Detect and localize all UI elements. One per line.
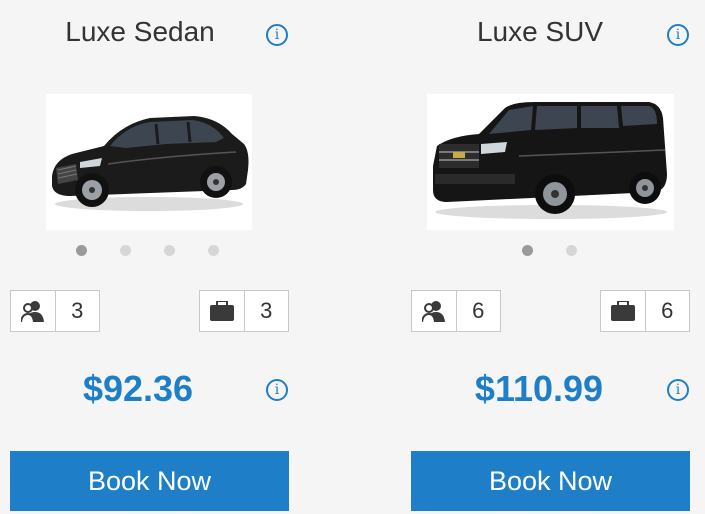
briefcase-icon	[601, 291, 646, 331]
sedan-illustration	[52, 116, 249, 211]
info-icon[interactable]: i	[266, 24, 288, 46]
book-now-button[interactable]: Book Now	[411, 451, 690, 511]
carousel-dot[interactable]	[164, 245, 175, 256]
luggage-capacity: 3	[199, 290, 289, 332]
vehicle-image[interactable]	[46, 94, 252, 230]
vehicle-card-sedan: Luxe Sedan i 3 3 $92.36 i Book Now	[0, 0, 300, 514]
vehicle-price: $110.99	[474, 368, 604, 409]
briefcase-icon	[200, 291, 245, 331]
passenger-count: 3	[71, 298, 84, 323]
vehicle-title: Luxe SUV	[476, 16, 604, 47]
vehicle-image[interactable]	[427, 94, 674, 230]
carousel-dot[interactable]	[120, 245, 131, 256]
carousel-dot[interactable]	[208, 245, 219, 256]
luggage-capacity: 6	[600, 290, 690, 332]
carousel-dot[interactable]	[76, 245, 87, 256]
passenger-count: 6	[472, 298, 485, 323]
luggage-count: 3	[260, 298, 273, 323]
price-info-icon[interactable]: i	[266, 379, 288, 401]
passenger-capacity: 3	[10, 290, 100, 332]
passenger-icon	[412, 291, 457, 331]
carousel-dot[interactable]	[566, 245, 577, 256]
vehicle-card-suv: Luxe SUV i 6 6 $110.99 i Book Now	[400, 0, 705, 514]
image-carousel-dots	[522, 245, 577, 257]
vehicle-price: $92.36	[82, 368, 194, 409]
book-now-button[interactable]: Book Now	[10, 451, 289, 511]
info-icon[interactable]: i	[667, 24, 689, 46]
carousel-dot[interactable]	[522, 245, 533, 256]
passenger-icon	[11, 291, 56, 331]
price-info-icon[interactable]: i	[667, 379, 689, 401]
suv-illustration	[433, 102, 667, 219]
passenger-capacity: 6	[411, 290, 501, 332]
image-carousel-dots	[76, 245, 219, 257]
luggage-count: 6	[661, 298, 674, 323]
vehicle-title: Luxe Sedan	[65, 16, 215, 47]
